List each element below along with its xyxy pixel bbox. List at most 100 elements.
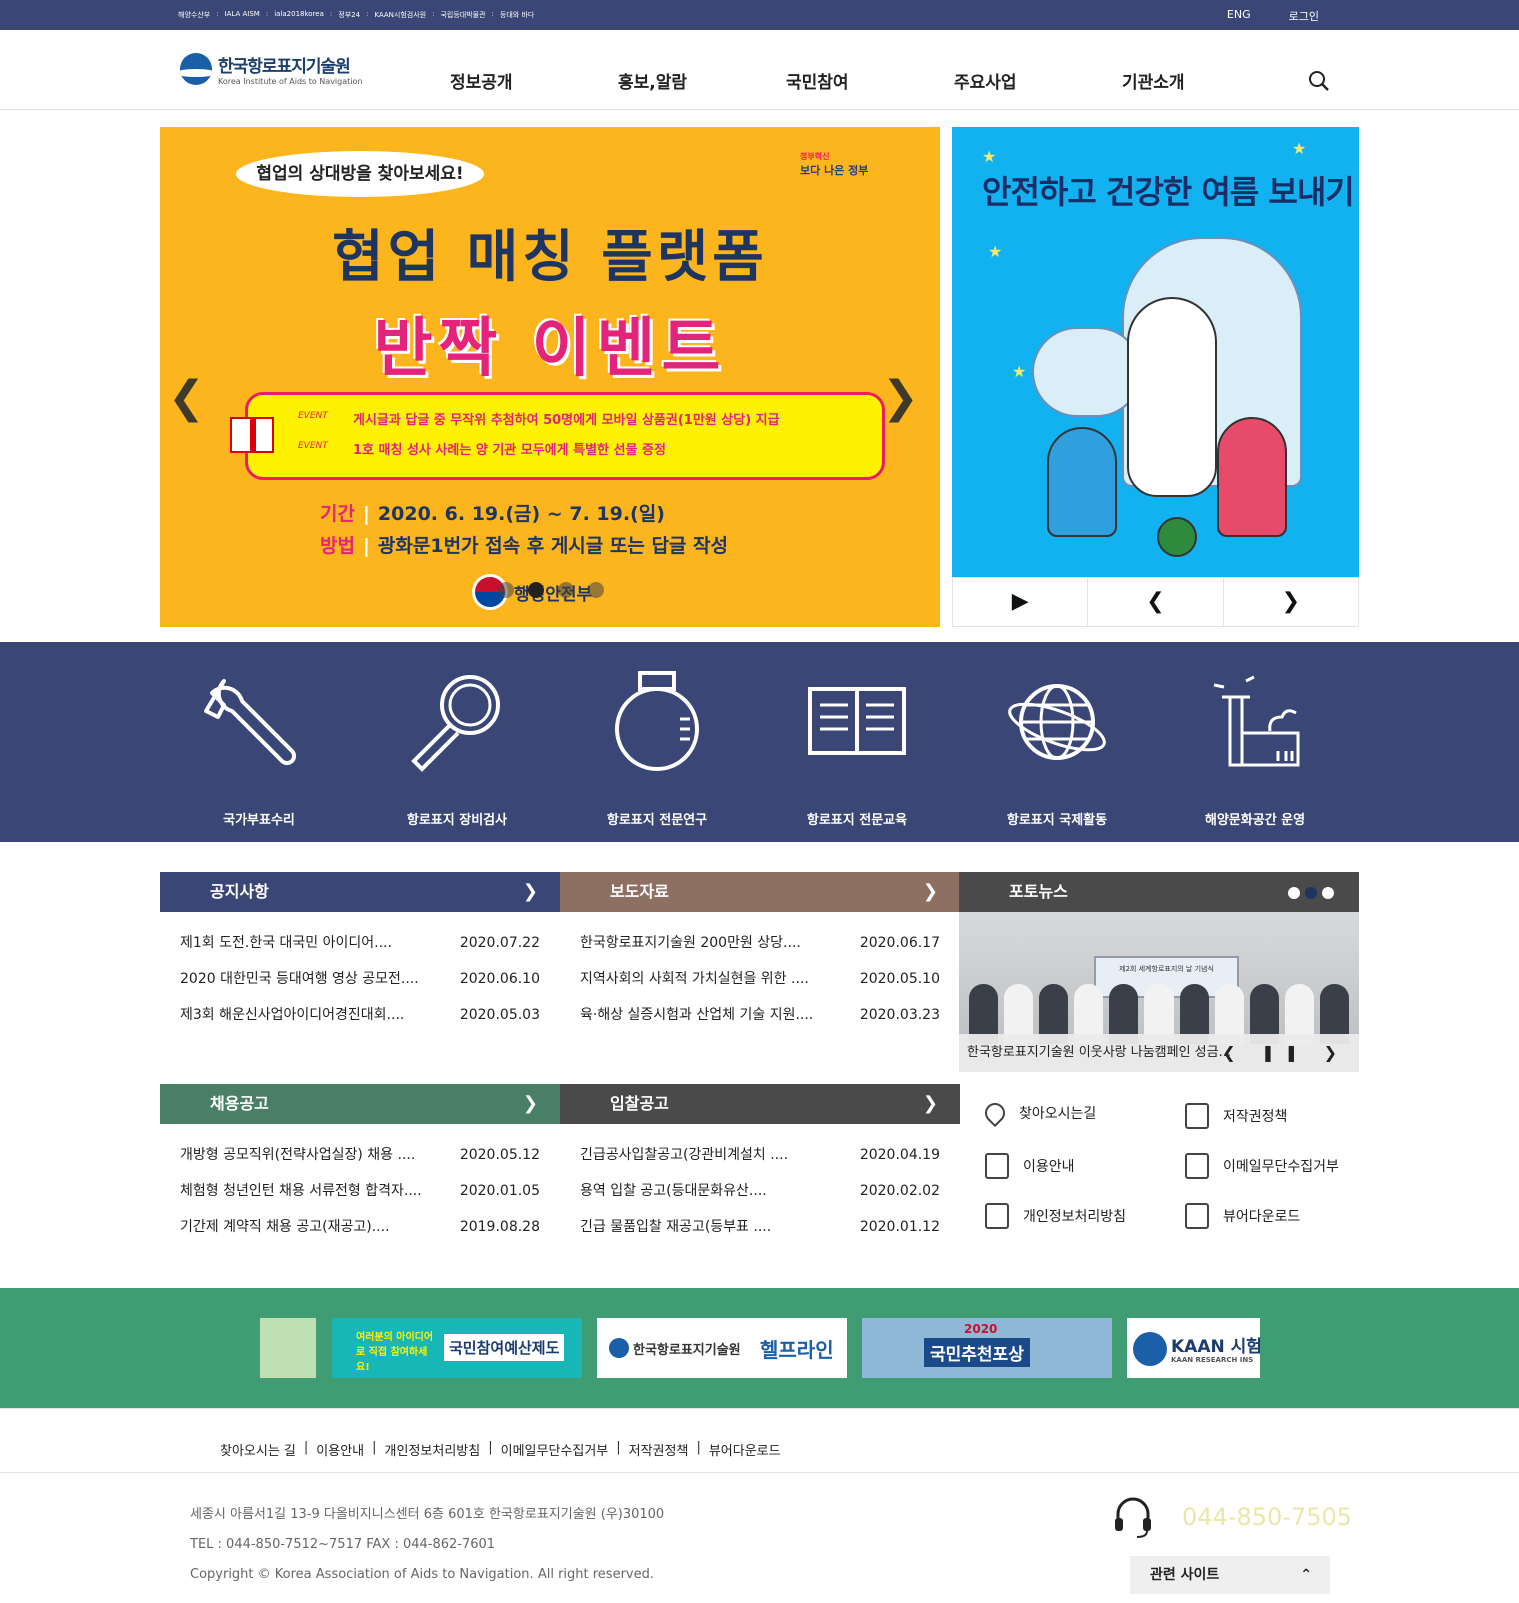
service-buoy-repair[interactable]: 국가부표수리	[164, 667, 354, 828]
photo-news-image[interactable]: 제2회 세계항로표지의 날 기념식 한국항로표지기술원 이웃사랑 나눔캠페인 성…	[959, 912, 1359, 1072]
nav-item-about[interactable]: 기관소개	[1122, 68, 1290, 93]
badge-text: 보다 나은 정부	[800, 164, 869, 177]
side-banner-title: 안전하고 건강한 여름 보내기	[982, 173, 1355, 211]
banner-next-icon[interactable]: ❯	[882, 372, 919, 423]
footer-link[interactable]: 찾아오시는 길	[220, 1440, 296, 1459]
board-row[interactable]: 제1회 도전.한국 대국민 아이디어.... 2020.07.22	[160, 925, 560, 961]
photo-caption[interactable]: 한국항로표지기술원 이웃사랑 나눔캠페인 성금... ❮ ❚❚ ❯	[959, 1034, 1359, 1072]
site-logo[interactable]: 한국항로표지기술원 Korea Institute of Aids to Nav…	[180, 52, 362, 86]
quick-link-viewer[interactable]: 뷰어다운로드	[1185, 1203, 1300, 1229]
board-row[interactable]: 육·해상 실증시험과 산업체 기술 지원.... 2020.03.23	[560, 997, 960, 1033]
main-banner[interactable]: 협업의 상대방을 찾아보세요! 정부혁신 보다 나은 정부 협업 매칭 플랫폼 …	[160, 127, 940, 627]
footer-link[interactable]: 이용안내	[316, 1440, 364, 1459]
partner-banner-partial[interactable]	[260, 1318, 316, 1378]
watermelon-illustration	[1157, 517, 1197, 557]
nav-item-pr[interactable]: 홍보,알람	[618, 68, 786, 93]
service-equipment-inspection[interactable]: 항로표지 장비검사	[362, 667, 552, 828]
pagination-dot[interactable]	[558, 582, 574, 598]
footer-copyright: Copyright © Korea Association of Aids to…	[190, 1567, 654, 1582]
row-date: 2020.05.12	[459, 1147, 540, 1163]
board-row[interactable]: 긴급공사입찰공고(강관비계설치 .... 2020.04.19	[560, 1137, 960, 1173]
separator: |	[488, 1440, 493, 1455]
bid-board-header[interactable]: 입찰공고 ❯	[560, 1084, 960, 1124]
next-icon[interactable]: ❯	[1224, 578, 1358, 626]
partner-banner-budget[interactable]: 여러분의 아이디어로 직접 참여하세요! 국민참여예산제도	[332, 1318, 582, 1378]
service-research[interactable]: 항로표지 전문연구	[562, 667, 752, 828]
top-link[interactable]: 등대와 바다	[500, 10, 534, 20]
monitor-icon	[985, 1153, 1009, 1179]
board-row[interactable]: 긴급 물품입찰 재공고(등부표 .... 2020.01.12	[560, 1209, 960, 1245]
recruit-board-header[interactable]: 채용공고 ❯	[160, 1084, 560, 1124]
quick-link-copyright[interactable]: 저작권정책	[1185, 1103, 1287, 1129]
top-link[interactable]: 정부24	[338, 10, 360, 20]
footer-link[interactable]: 이메일무단수집거부	[501, 1440, 609, 1459]
service-marine-culture[interactable]: 해양문화공간 운영	[1160, 667, 1350, 828]
photo-controls[interactable]: ❮ ❚❚ ❯	[1222, 1034, 1347, 1072]
board-row[interactable]: 2020 대한민국 등대여행 영상 공모전.... 2020.06.10	[160, 961, 560, 997]
footer-address: 세종시 아름서1길 13-9 다올비지니스센터 6층 601호 한국항로표지기술…	[190, 1507, 665, 1522]
notice-board-header[interactable]: 공지사항 ❯	[160, 872, 560, 912]
pagination-dot[interactable]	[1322, 887, 1334, 899]
board-title: 입찰공고	[610, 1094, 669, 1113]
photo-news-title: 포토뉴스	[1009, 882, 1068, 901]
pagination-dot-active[interactable]	[1305, 887, 1317, 899]
separator: :	[216, 10, 219, 18]
banner-prev-icon[interactable]: ❮	[168, 372, 205, 423]
partner-banner-helpline[interactable]: 한국항로표지기술원 헬프라인	[597, 1318, 847, 1378]
top-link[interactable]: 해양수산부	[178, 10, 210, 20]
press-board-header[interactable]: 보도자료 ❯	[560, 872, 960, 912]
footer-link[interactable]: 개인정보처리방침	[385, 1440, 481, 1459]
footer-link[interactable]: 저작권정책	[629, 1440, 689, 1459]
top-link[interactable]: KAAN시험검사원	[374, 10, 426, 20]
partner-banner-award[interactable]: 2020 국민추천포상	[862, 1318, 1112, 1378]
event-line-2: 1호 매칭 성사 사례는 양 기관 모두에게 특별한 선물 증정	[353, 443, 666, 458]
top-link[interactable]: 국립등대박물관	[440, 10, 485, 20]
board-row[interactable]: 용역 입찰 공고(등대문화유산.... 2020.02.02	[560, 1173, 960, 1209]
side-banner[interactable]: 안전하고 건강한 여름 보내기 ★ ★ ★ ★ ★	[952, 127, 1359, 577]
nav-item-business[interactable]: 주요사업	[954, 68, 1122, 93]
eng-link[interactable]: ENG	[1227, 8, 1251, 24]
quick-link-label: 이용안내	[1023, 1159, 1075, 1175]
quick-link-label: 찾아오시는길	[1019, 1106, 1097, 1122]
nav-item-info[interactable]: 정보공개	[450, 68, 618, 93]
footer-link[interactable]: 뷰어다운로드	[709, 1440, 781, 1459]
login-link[interactable]: 로그인	[1289, 8, 1319, 24]
logo-mark-icon	[180, 53, 212, 85]
quick-link-directions[interactable]: 찾아오시는길	[980, 1098, 1097, 1128]
top-link[interactable]: IALA AISM	[225, 10, 260, 20]
board-row[interactable]: 기간제 계약직 채용 공고(재공고).... 2019.08.28	[160, 1209, 560, 1245]
quick-link-label: 개인정보처리방침	[1023, 1209, 1127, 1225]
service-education[interactable]: 항로표지 전문교육	[762, 667, 952, 828]
quick-link-guide[interactable]: 이용안내	[985, 1153, 1075, 1179]
more-arrow-icon[interactable]: ❯	[523, 872, 538, 912]
more-arrow-icon[interactable]: ❯	[923, 1084, 938, 1124]
board-row[interactable]: 체험형 청년인턴 채용 서류전형 합격자.... 2020.01.05	[160, 1173, 560, 1209]
prev-icon[interactable]: ❮	[1088, 578, 1224, 626]
more-arrow-icon[interactable]: ❯	[523, 1084, 538, 1124]
banner-pagination	[498, 582, 604, 598]
event-tag: EVENT	[298, 411, 328, 421]
board-row[interactable]: 지역사회의 사회적 가치실현을 위한 .... 2020.05.10	[560, 961, 960, 997]
more-arrow-icon[interactable]: ❯	[923, 872, 938, 912]
star-icon: ★	[1012, 362, 1027, 381]
board-row[interactable]: 개방형 공모직위(전략사업실장) 채용 .... 2020.05.12	[160, 1137, 560, 1173]
photo-news: 포토뉴스 제2회 세계항로표지의 날 기념식 한국항로표지기술원 이웃사랑 나눔…	[959, 872, 1359, 1072]
top-link[interactable]: iala2018korea	[274, 10, 324, 20]
board-row[interactable]: 한국항로표지기술원 200만원 상당.... 2020.06.17	[560, 925, 960, 961]
quick-link-email-policy[interactable]: 이메일무단수집거부	[1185, 1153, 1339, 1179]
period-value: 2020. 6. 19.(금) ~ 7. 19.(일)	[377, 503, 665, 525]
pagination-dot[interactable]	[1288, 887, 1300, 899]
quick-link-label: 이메일무단수집거부	[1223, 1159, 1339, 1175]
service-international[interactable]: 항로표지 국제활동	[962, 667, 1152, 828]
board-row[interactable]: 제3회 해운신사업아이디어경진대회.... 2020.05.03	[160, 997, 560, 1033]
search-icon[interactable]	[1308, 70, 1330, 92]
play-icon[interactable]: ▶	[953, 578, 1089, 626]
related-sites-dropdown[interactable]: 관련 사이트 ⌃	[1130, 1556, 1330, 1594]
pagination-dot[interactable]	[498, 582, 514, 598]
pagination-dot-active[interactable]	[528, 582, 544, 598]
partner-banner-kaan[interactable]: KAAN 시험 KAAN RESEARCH INS	[1127, 1318, 1260, 1378]
pagination-dot[interactable]	[588, 582, 604, 598]
board-title: 채용공고	[210, 1094, 269, 1113]
nav-item-participation[interactable]: 국민참여	[786, 68, 954, 93]
quick-link-privacy[interactable]: 개인정보처리방침	[985, 1203, 1126, 1229]
